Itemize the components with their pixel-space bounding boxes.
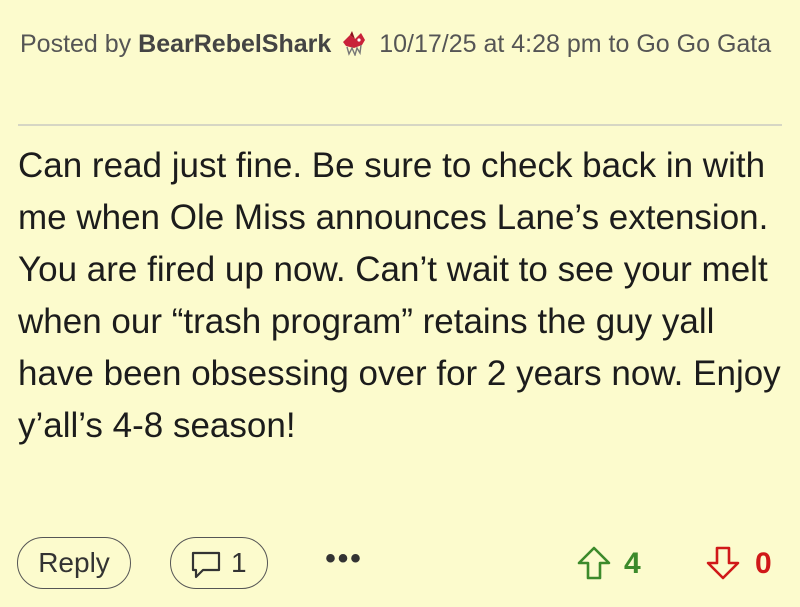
upvote-count: 4 bbox=[624, 547, 641, 580]
more-options-button[interactable]: ••• bbox=[318, 537, 370, 589]
arrow-up-icon bbox=[577, 546, 611, 580]
post-body: Can read just fine. Be sure to check bac… bbox=[18, 146, 781, 445]
shark-avatar-icon bbox=[343, 31, 366, 56]
comment-bubble-icon bbox=[191, 551, 221, 579]
posted-by-label: Posted by bbox=[20, 30, 132, 58]
post-actions: Reply 1 ••• 4 0 bbox=[0, 535, 800, 595]
author-name[interactable]: BearRebelShark bbox=[138, 30, 331, 58]
meta-divider bbox=[18, 124, 782, 126]
recipient-name[interactable]: Go Go Gata bbox=[636, 30, 771, 58]
comment-count: 1 bbox=[231, 547, 247, 578]
reply-button[interactable]: Reply bbox=[17, 537, 131, 589]
post-timestamp: 10/17/25 at 4:28 pm bbox=[379, 30, 602, 58]
post-meta: Posted by BearRebelShark 10/17/25 at 4:2… bbox=[20, 22, 780, 66]
arrow-down-icon bbox=[706, 546, 740, 580]
downvote-count: 0 bbox=[755, 547, 772, 580]
comments-button[interactable]: 1 bbox=[170, 537, 268, 589]
to-label: to bbox=[608, 30, 630, 58]
